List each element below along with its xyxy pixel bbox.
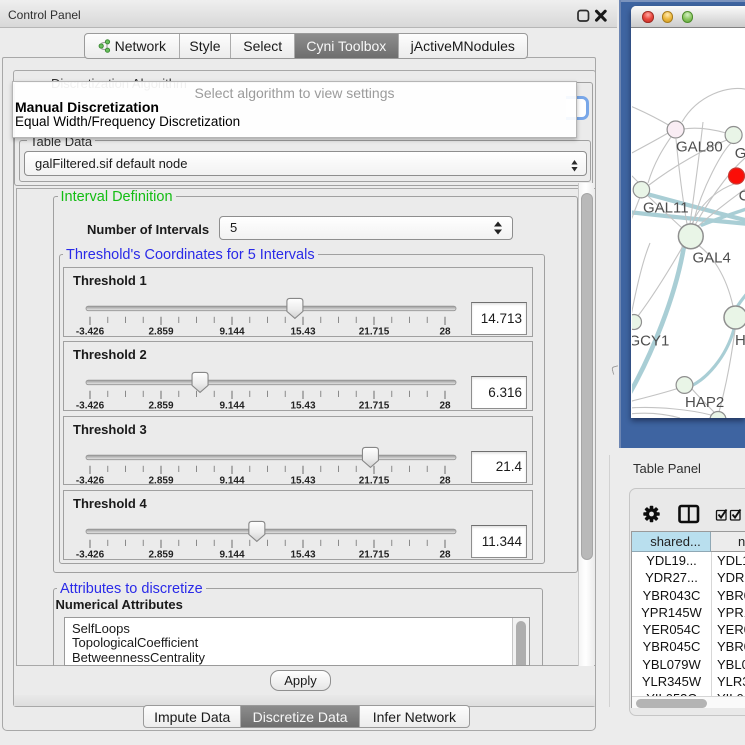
svg-text:2.859: 2.859 [148, 401, 173, 412]
svg-text:GCY1: GCY1 [632, 333, 669, 350]
svg-text:HA: HA [735, 332, 745, 349]
svg-text:GAL11: GAL11 [643, 200, 689, 217]
svg-text:28: 28 [439, 401, 451, 412]
svg-text:28: 28 [439, 475, 451, 486]
svg-text:HAP2: HAP2 [685, 394, 724, 411]
svg-text:2.859: 2.859 [148, 550, 173, 561]
svg-text:21.715: 21.715 [359, 475, 390, 486]
svg-text:-3.426: -3.426 [76, 550, 105, 561]
svg-text:15.43: 15.43 [290, 327, 315, 338]
svg-text:2.859: 2.859 [148, 475, 173, 486]
svg-text:9.144: 9.144 [219, 401, 244, 412]
svg-text:2.859: 2.859 [148, 327, 173, 338]
svg-text:9.144: 9.144 [219, 550, 244, 561]
svg-text:15.43: 15.43 [290, 401, 315, 412]
svg-text:15.43: 15.43 [290, 475, 315, 486]
svg-text:GAL4: GAL4 [693, 250, 731, 267]
svg-text:15.43: 15.43 [290, 550, 315, 561]
svg-text:GAL80: GAL80 [676, 139, 723, 156]
svg-text:-3.426: -3.426 [76, 475, 105, 486]
svg-text:21.715: 21.715 [359, 401, 390, 412]
svg-text:9.144: 9.144 [219, 475, 244, 486]
svg-text:28: 28 [439, 550, 451, 561]
svg-text:-3.426: -3.426 [76, 401, 105, 412]
svg-text:C: C [739, 188, 745, 205]
svg-text:-3.426: -3.426 [76, 327, 105, 338]
svg-text:GA: GA [735, 145, 745, 162]
svg-text:21.715: 21.715 [359, 550, 390, 561]
svg-text:9.144: 9.144 [219, 327, 244, 338]
svg-text:28: 28 [439, 327, 451, 338]
svg-text:21.715: 21.715 [359, 327, 390, 338]
